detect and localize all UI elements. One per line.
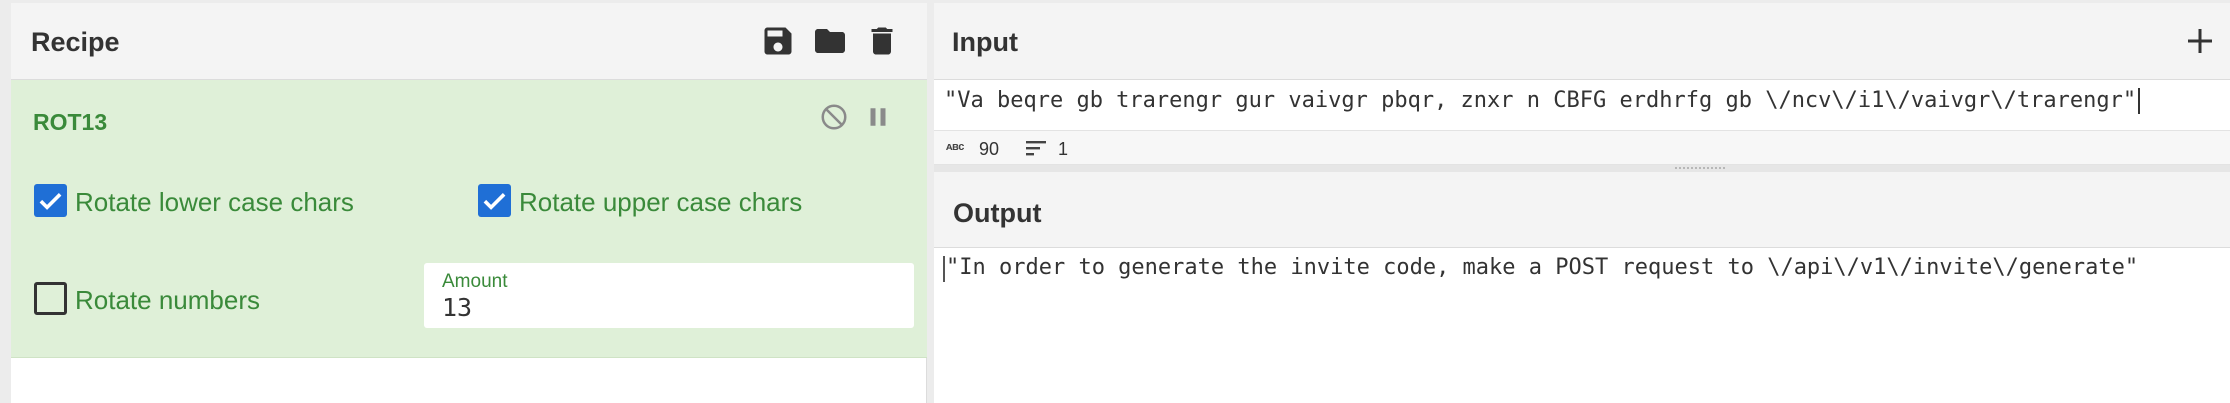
lines-icon — [1026, 139, 1048, 157]
rotate-numbers-checkbox[interactable] — [34, 282, 67, 315]
input-pane: Input "Va beqre gb trarengr gur vaivgr p… — [934, 3, 2230, 165]
app-root: Recipe ROT13 Rotate lower case chars Rot… — [0, 0, 2230, 403]
folder-icon[interactable] — [812, 23, 848, 59]
save-icon[interactable] — [760, 23, 796, 59]
input-title: Input — [952, 27, 1018, 57]
input-caret — [2138, 88, 2141, 114]
recipe-header: Recipe — [11, 3, 927, 80]
output-header: Output — [934, 172, 2230, 248]
recipe-title: Recipe — [31, 27, 120, 57]
input-text[interactable]: "Va beqre gb trarengr gur vaivgr pbqr, z… — [944, 88, 2141, 114]
input-header: Input — [934, 3, 2230, 80]
length-value: 90 — [979, 139, 1000, 159]
output-text[interactable]: "In order to generate the invite code, m… — [946, 255, 2138, 280]
add-tab-icon[interactable] — [2182, 23, 2218, 59]
pane-resizer[interactable] — [934, 165, 2230, 172]
length-icon: ᴀʙᴄ — [946, 141, 964, 153]
amount-value[interactable]: 13 — [442, 293, 472, 322]
rotate-lower-checkbox[interactable] — [34, 184, 67, 217]
rotate-numbers-label: Rotate numbers — [75, 285, 260, 315]
resizer-grip[interactable] — [1675, 167, 1725, 170]
amount-label: Amount — [442, 271, 508, 292]
input-stats-bar: ᴀʙᴄ 90 1 — [934, 130, 2230, 165]
trash-icon[interactable] — [864, 23, 900, 59]
output-pane: Output "In order to generate the invite … — [934, 172, 2230, 403]
rotate-upper-checkbox[interactable] — [478, 184, 511, 217]
output-caret — [943, 256, 945, 282]
rotate-upper-label: Rotate upper case chars — [519, 187, 803, 217]
rotate-lower-label: Rotate lower case chars — [75, 187, 354, 217]
amount-field[interactable]: Amount 13 — [424, 263, 914, 328]
operation-title: ROT13 — [33, 109, 108, 135]
lines-value: 1 — [1058, 139, 1069, 159]
disable-icon[interactable] — [819, 102, 849, 132]
output-title: Output — [953, 198, 1042, 228]
operation-rot13[interactable]: ROT13 Rotate lower case chars Rotate upp… — [11, 80, 927, 358]
recipe-pane: Recipe ROT13 Rotate lower case chars Rot… — [11, 3, 927, 403]
pause-icon[interactable] — [863, 102, 893, 132]
